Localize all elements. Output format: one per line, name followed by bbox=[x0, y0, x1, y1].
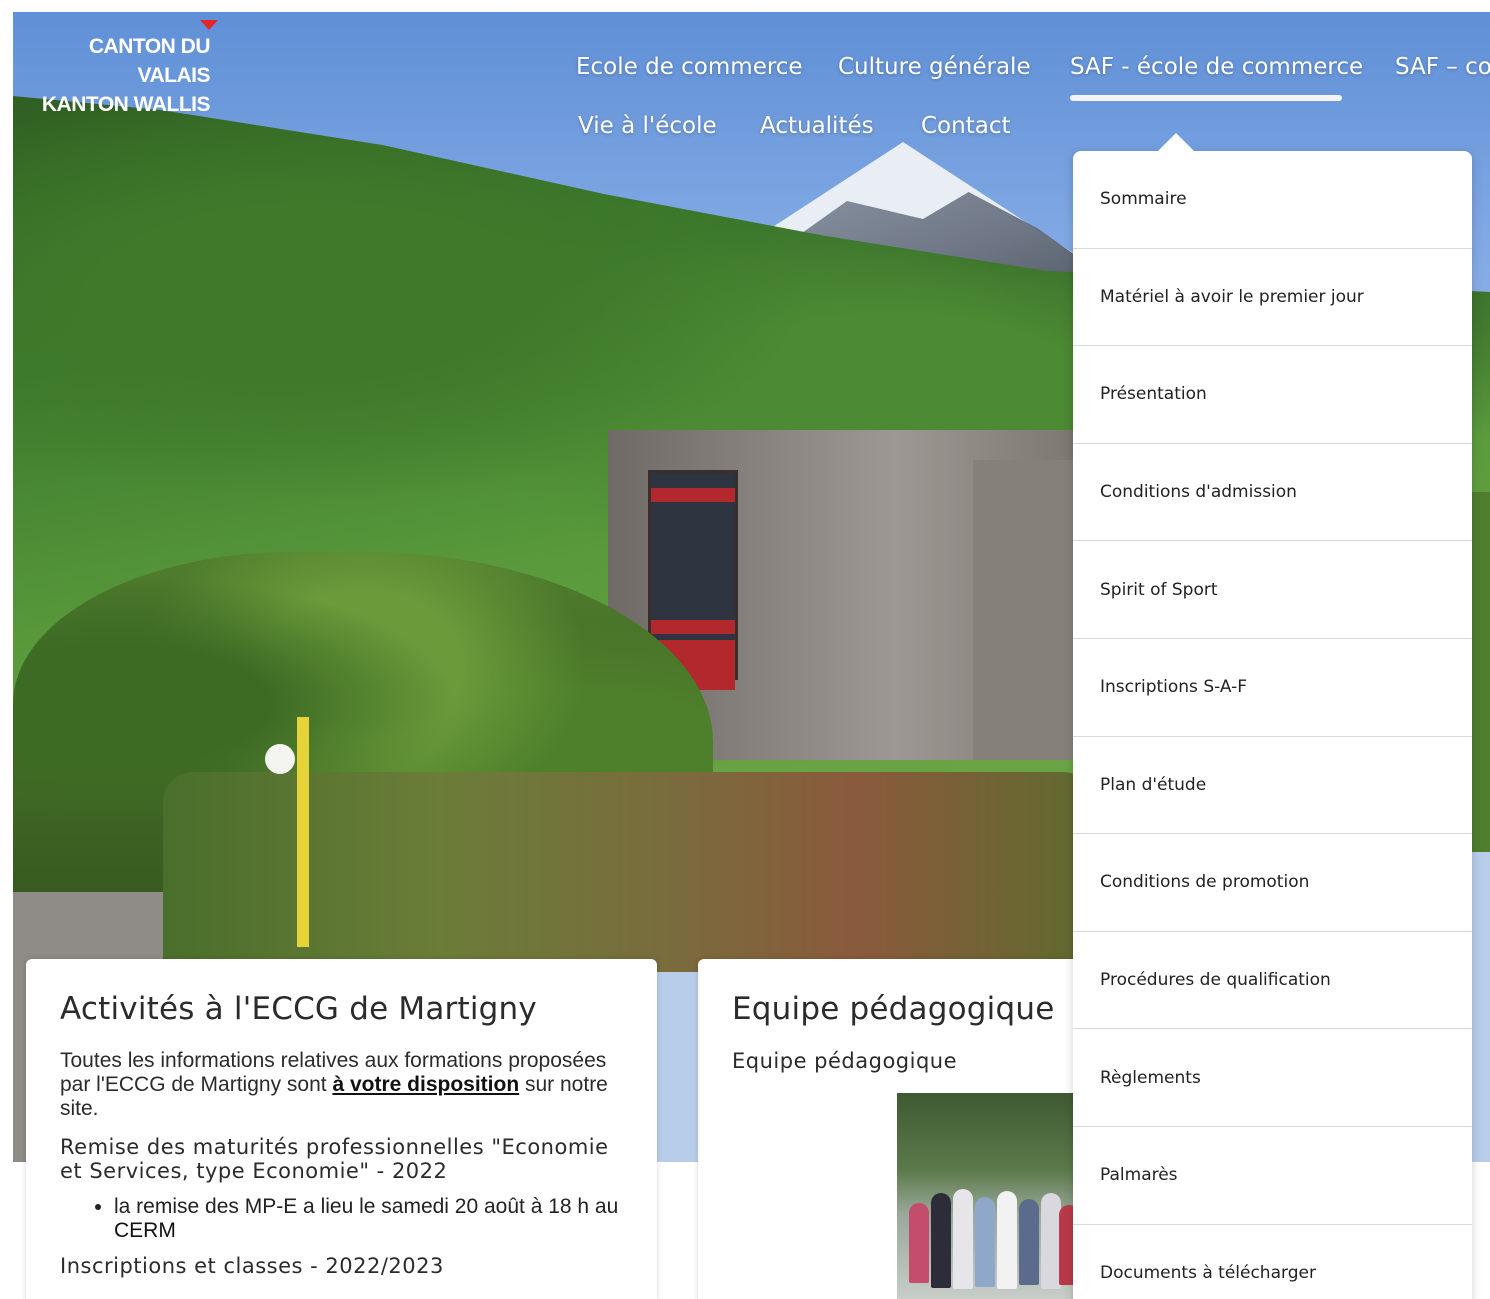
dropdown-list: Sommaire Matériel à avoir le premier jou… bbox=[1073, 151, 1472, 1299]
page-frame: CANTON DU VALAIS KANTON WALLIS Ecole de … bbox=[13, 12, 1490, 1299]
canton-logo[interactable]: CANTON DU VALAIS KANTON WALLIS bbox=[35, 20, 218, 119]
dropdown-item-reglements[interactable]: Règlements bbox=[1073, 1029, 1472, 1127]
dropdown-item-palmares[interactable]: Palmarès bbox=[1073, 1127, 1472, 1225]
hero-lamp bbox=[265, 744, 295, 774]
dropdown-item-sommaire[interactable]: Sommaire bbox=[1073, 151, 1472, 249]
dropdown-item-conditions-promotion[interactable]: Conditions de promotion bbox=[1073, 834, 1472, 932]
section-maturites-title: Remise des maturités professionnelles "E… bbox=[60, 1135, 609, 1183]
cerm-link[interactable]: CERM bbox=[114, 1219, 176, 1242]
dropdown-item-presentation[interactable]: Présentation bbox=[1073, 346, 1472, 444]
dropdown-item-procedures-qualification[interactable]: Procédures de qualification bbox=[1073, 932, 1472, 1030]
dropdown-item-inscriptions[interactable]: Inscriptions S-A-F bbox=[1073, 639, 1472, 737]
activities-card: Activités à l'ECCG de Martigny Toutes le… bbox=[26, 959, 657, 1299]
activities-intro: Toutes les informations relatives aux fo… bbox=[60, 1049, 608, 1120]
nav-vie-a-l-ecole[interactable]: Vie à l'école bbox=[578, 113, 717, 139]
team-photo[interactable] bbox=[897, 1093, 1077, 1299]
nav-contact[interactable]: Contact bbox=[921, 113, 1010, 139]
team-subtitle: Equipe pédagogique bbox=[732, 1049, 958, 1073]
team-title: Equipe pédagogique bbox=[732, 991, 1055, 1027]
nav-active-indicator bbox=[1070, 95, 1342, 101]
dropdown-item-conditions-admission[interactable]: Conditions d'admission bbox=[1073, 444, 1472, 542]
a-votre-disposition-link[interactable]: à votre disposition bbox=[332, 1073, 519, 1096]
dropdown-caret bbox=[1157, 133, 1195, 152]
nav-actualites[interactable]: Actualités bbox=[760, 113, 874, 139]
nav-saf-co[interactable]: SAF – co bbox=[1395, 54, 1490, 80]
dropdown-item-plan-etude[interactable]: Plan d'étude bbox=[1073, 737, 1472, 835]
nav-saf-ecole-de-commerce[interactable]: SAF - école de commerce bbox=[1070, 54, 1363, 80]
section-inscriptions-title: Inscriptions et classes - 2022/2023 bbox=[60, 1254, 444, 1278]
logo-line-1: CANTON DU VALAIS bbox=[88, 35, 211, 87]
hero-trees-right bbox=[1471, 492, 1490, 852]
hero-yellow-pole bbox=[297, 717, 309, 947]
nav-culture-generale[interactable]: Culture générale bbox=[838, 54, 1031, 80]
activities-title: Activités à l'ECCG de Martigny bbox=[60, 991, 537, 1027]
dropdown-item-documents[interactable]: Documents à télécharger bbox=[1073, 1225, 1472, 1299]
dropdown-item-materiel[interactable]: Matériel à avoir le premier jour bbox=[1073, 249, 1472, 347]
saf-dropdown-menu: Sommaire Matériel à avoir le premier jou… bbox=[1073, 133, 1472, 1299]
flag-icon bbox=[200, 20, 218, 30]
logo-line-2: KANTON WALLIS bbox=[41, 93, 211, 116]
nav-ecole-de-commerce[interactable]: Ecole de commerce bbox=[576, 54, 803, 80]
list-item: la remise des MP-E a lieu le samedi 20 a… bbox=[114, 1195, 623, 1243]
dropdown-item-spirit-of-sport[interactable]: Spirit of Sport bbox=[1073, 541, 1472, 639]
team-card: Equipe pédagogique Equipe pédagogique bbox=[698, 959, 1138, 1299]
maturites-list: la remise des MP-E a lieu le samedi 20 a… bbox=[60, 1195, 623, 1243]
